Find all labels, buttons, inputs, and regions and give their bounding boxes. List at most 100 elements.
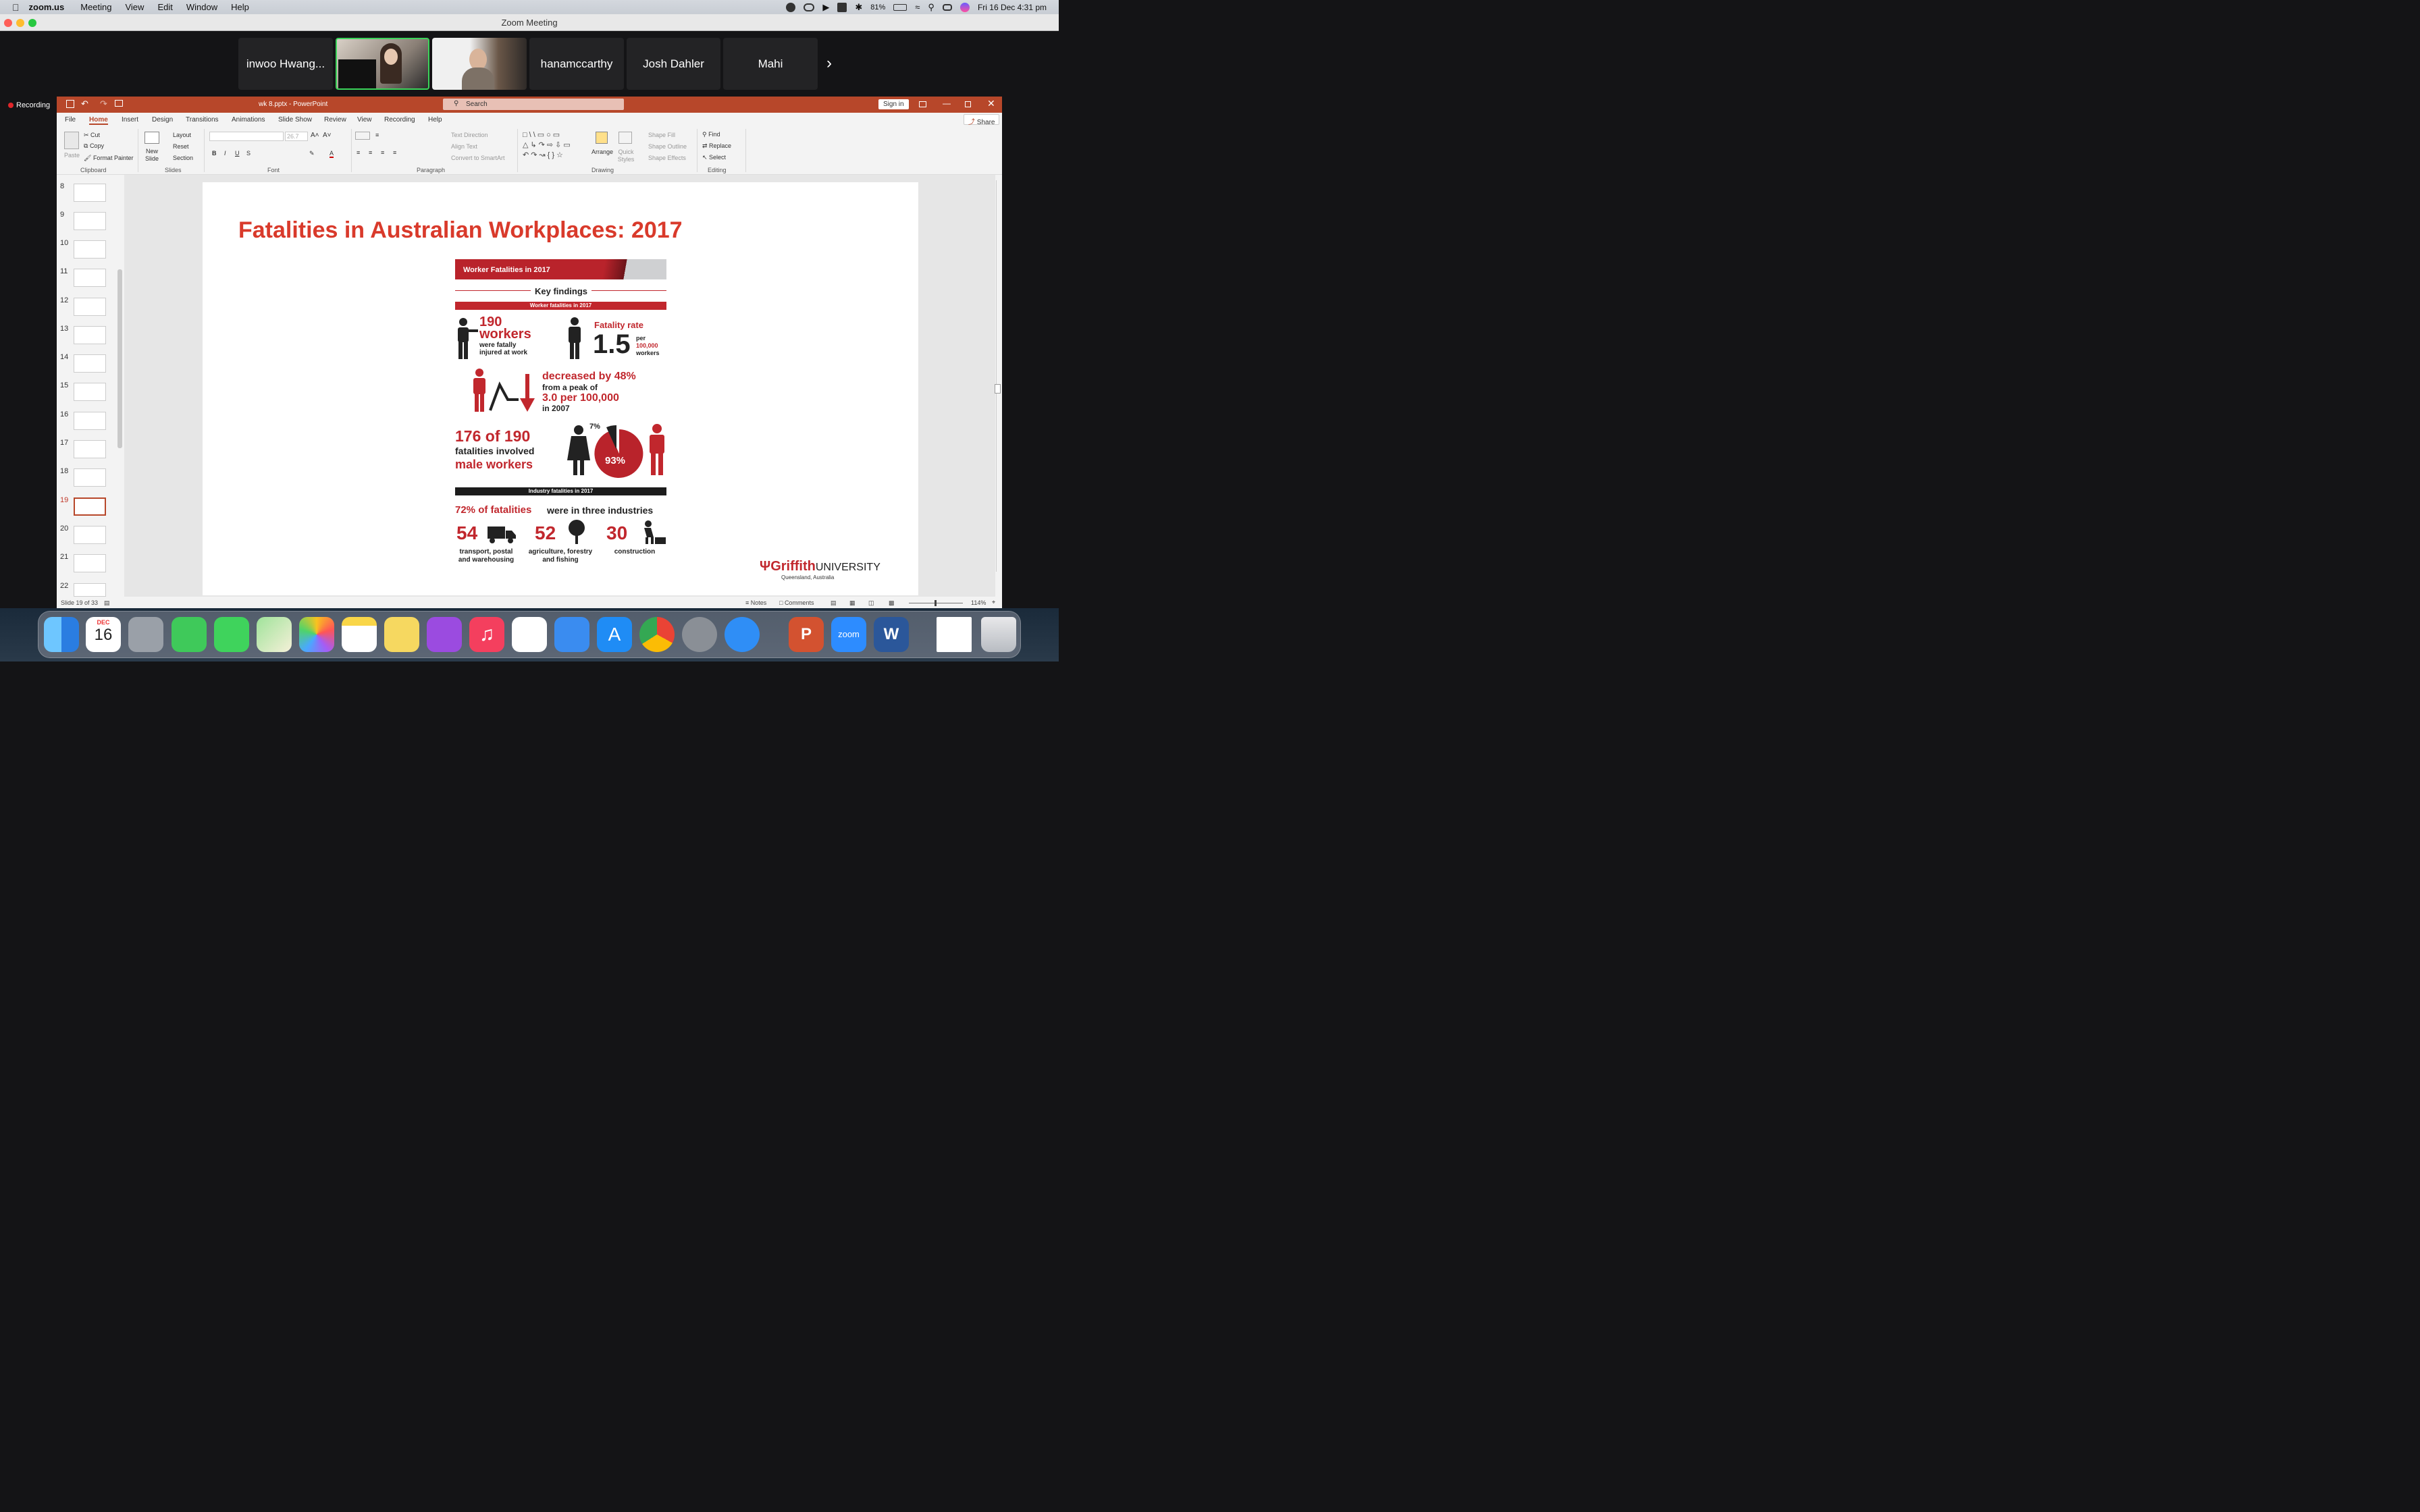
sign-in-button[interactable]: Sign in xyxy=(878,99,909,109)
shape-outline-button[interactable]: Shape Outline xyxy=(648,143,687,150)
ribbon-display-icon[interactable] xyxy=(919,101,926,107)
align-left-icon[interactable]: ≡ xyxy=(357,149,360,156)
clock[interactable]: Fri 16 Dec 4:31 pm xyxy=(978,3,1047,12)
finder-icon[interactable] xyxy=(44,617,79,652)
menu-window[interactable]: Window xyxy=(186,2,217,12)
shapes-gallery[interactable]: □\\▭○▭ △↳↷⇨⇩▭ ↶↷↝{}☆ xyxy=(523,130,587,160)
bold-icon[interactable]: B xyxy=(212,150,217,157)
section-button[interactable]: Section xyxy=(173,155,193,161)
strikethrough-icon[interactable]: S xyxy=(246,150,251,157)
slide-thumbnail[interactable] xyxy=(74,468,106,487)
tab-recording[interactable]: Recording xyxy=(384,116,415,124)
launchpad-icon[interactable] xyxy=(128,617,163,652)
photos-icon[interactable] xyxy=(299,617,334,652)
tab-design[interactable]: Design xyxy=(152,116,173,124)
siri-icon[interactable] xyxy=(959,2,970,12)
slide-thumbnail-selected[interactable] xyxy=(74,497,106,516)
podcasts-icon[interactable] xyxy=(427,617,462,652)
find-button[interactable]: ⚲ Find xyxy=(702,131,720,138)
font-size-box[interactable]: 26.7 xyxy=(285,132,308,141)
participant-tile-mahi[interactable]: Mahi xyxy=(723,38,818,90)
slide-thumbnail[interactable] xyxy=(74,354,106,373)
control-center-icon[interactable] xyxy=(942,3,952,11)
slide-thumbnail[interactable] xyxy=(74,269,106,287)
align-center-icon[interactable]: ≡ xyxy=(369,149,372,156)
menu-help[interactable]: Help xyxy=(231,2,249,12)
trash-icon[interactable] xyxy=(981,617,1016,652)
font-name-box[interactable] xyxy=(209,132,284,141)
zoom-dock-icon[interactable]: zoom xyxy=(831,617,866,652)
cut-button[interactable]: ✂ Cut xyxy=(84,132,100,139)
slide-thumbnail[interactable] xyxy=(74,440,106,458)
menu-view[interactable]: View xyxy=(125,2,144,12)
reset-button[interactable]: Reset xyxy=(173,143,189,150)
slide-sorter-icon[interactable]: ▦ xyxy=(849,599,856,607)
tab-animations[interactable]: Animations xyxy=(232,116,265,124)
notes-icon[interactable] xyxy=(342,617,377,652)
arrange-icon[interactable] xyxy=(596,132,608,144)
editor-scroll-thumb[interactable] xyxy=(995,384,1001,394)
system-preferences-icon[interactable] xyxy=(682,617,717,652)
maximize-window-button[interactable] xyxy=(28,19,36,27)
fit-slide-icon[interactable]: ⌖ xyxy=(992,599,995,606)
present-icon[interactable] xyxy=(115,100,123,107)
italic-icon[interactable]: I xyxy=(224,150,226,157)
notes-button[interactable]: ≡ Notes xyxy=(745,599,766,606)
minimize-window-button[interactable] xyxy=(16,19,24,27)
share-button[interactable]: ⤴ Share xyxy=(964,114,1000,126)
tab-home[interactable]: Home xyxy=(89,116,108,125)
align-text-button[interactable]: Align Text xyxy=(451,143,477,150)
slide-thumbnail[interactable] xyxy=(74,383,106,401)
document-preview-icon[interactable] xyxy=(937,617,972,652)
convert-smartart-button[interactable]: Convert to SmartArt xyxy=(451,155,505,161)
maps-icon[interactable] xyxy=(257,617,292,652)
accessibility-icon[interactable]: ▤ xyxy=(104,599,110,607)
tab-transitions[interactable]: Transitions xyxy=(186,116,219,124)
comments-button[interactable]: □ Comments xyxy=(779,599,814,606)
facetime-icon[interactable] xyxy=(172,617,207,652)
highlight-icon[interactable]: ✎ xyxy=(309,150,315,157)
justify-icon[interactable]: ≡ xyxy=(393,149,396,156)
creative-cloud-icon[interactable] xyxy=(804,3,815,11)
normal-view-icon[interactable]: ▤ xyxy=(831,599,837,607)
recording-indicator[interactable]: Recording xyxy=(8,101,50,109)
infographic[interactable]: Worker Fatalities in 2017 Key findings W… xyxy=(455,259,666,566)
copy-button[interactable]: ⧉ Copy xyxy=(84,142,104,150)
format-painter-button[interactable]: 🖌 Format Painter xyxy=(84,155,133,162)
participant-tile-josh[interactable]: Josh Dahler xyxy=(627,38,720,90)
stickies-icon[interactable] xyxy=(384,617,419,652)
restore-icon[interactable] xyxy=(965,101,971,107)
menu-edit[interactable]: Edit xyxy=(157,2,172,12)
play-icon[interactable]: ▶ xyxy=(822,2,829,13)
battery-icon[interactable] xyxy=(893,3,908,11)
slide-thumbnail[interactable] xyxy=(74,184,106,202)
slide-title[interactable]: Fatalities in Australian Workplaces: 201… xyxy=(238,217,683,244)
shape-fill-button[interactable]: Shape Fill xyxy=(648,132,675,138)
text-direction-button[interactable]: Text Direction xyxy=(451,132,488,138)
slide-thumbnail[interactable] xyxy=(74,240,106,259)
select-button[interactable]: ↖ Select xyxy=(702,154,726,161)
close-window-button[interactable] xyxy=(4,19,12,27)
font-color-icon[interactable]: A xyxy=(330,150,334,158)
slide-thumbnail[interactable] xyxy=(74,212,106,230)
powerpoint-dock-icon[interactable]: P xyxy=(789,617,824,652)
zoom-level[interactable]: 114% xyxy=(971,599,986,606)
slide-thumbnail[interactable] xyxy=(74,298,106,316)
tab-slide-show[interactable]: Slide Show xyxy=(278,116,312,124)
tab-help[interactable]: Help xyxy=(428,116,442,124)
arrange-button[interactable]: Arrange xyxy=(591,148,613,155)
calendar-icon[interactable]: DEC 16 xyxy=(86,617,121,652)
reading-view-icon[interactable]: ◫ xyxy=(868,599,874,607)
zoom-status-icon[interactable] xyxy=(786,2,796,12)
quick-styles-button[interactable]: Quick Styles xyxy=(616,148,636,163)
safari-icon[interactable] xyxy=(725,617,760,652)
tab-file[interactable]: File xyxy=(65,116,76,124)
menu-app-zoom[interactable]: zoom.us xyxy=(29,2,65,12)
new-slide-icon[interactable] xyxy=(144,132,159,144)
keynote-icon[interactable] xyxy=(554,617,589,652)
slide-thumbnail[interactable] xyxy=(74,526,106,544)
paste-icon[interactable] xyxy=(64,132,79,149)
music-icon[interactable]: ♫ xyxy=(469,617,504,652)
participant-tile-hanamccarthy[interactable]: hanamccarthy xyxy=(529,38,624,90)
grow-font-icon[interactable]: A˄ xyxy=(311,132,319,139)
